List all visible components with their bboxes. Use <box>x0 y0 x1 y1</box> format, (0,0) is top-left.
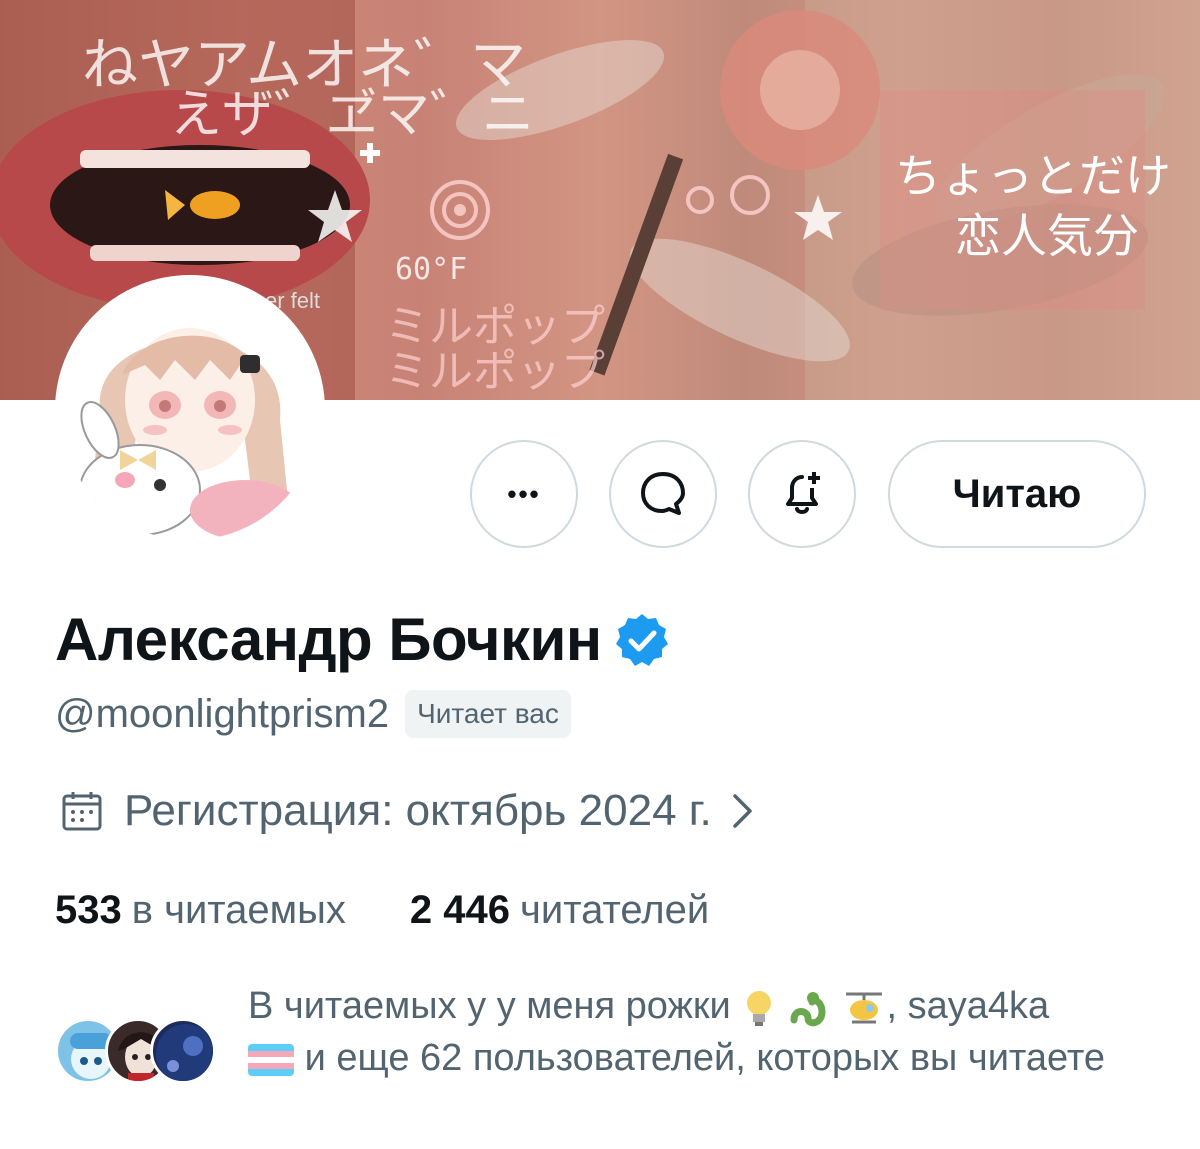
profile-name-row: Александр Бочкин <box>55 605 670 674</box>
mutual-prefix: В читаемых у у меня рожки <box>248 985 731 1027</box>
message-icon <box>641 472 685 515</box>
following-label: в читаемых <box>131 888 346 932</box>
bell-plus-icon <box>786 472 820 514</box>
snake-icon <box>790 991 826 1027</box>
verified-badge-icon[interactable] <box>614 612 670 668</box>
profile-handle: @moonlightprism2 <box>55 691 390 736</box>
profile-name: Александр Бочкин <box>55 606 602 673</box>
calendar-icon <box>62 792 102 831</box>
following-stat[interactable]: 533 в читаемых <box>55 888 346 933</box>
mutual-avatar-3 <box>150 1018 216 1084</box>
message-button[interactable] <box>609 440 717 548</box>
banner-jp-right2: 恋人気分 <box>955 209 1139 263</box>
mutual-followers-text: В читаемых у у меня рожки , saya4ka и ещ… <box>248 980 1128 1084</box>
banner-jp-right1: ちょっとだけ <box>895 149 1171 203</box>
profile-avatar[interactable] <box>55 275 325 545</box>
notifications-button[interactable] <box>748 440 856 548</box>
avatar-image <box>60 280 320 540</box>
following-count: 533 <box>55 888 122 932</box>
trans-flag-icon <box>248 1043 294 1076</box>
followers-label: читателей <box>520 888 710 932</box>
chevron-right-icon <box>732 794 752 828</box>
banner-katakana2: ミルポップ <box>385 346 605 397</box>
more-icon: ••• <box>507 478 541 509</box>
followers-stat[interactable]: 2 446 читателей <box>410 888 709 933</box>
helicopter-icon <box>846 992 883 1024</box>
banner-temp: 60°F <box>395 252 468 287</box>
banner-jp-line2: えザ゛ヹマ゛ニ <box>170 85 535 145</box>
follows-you-badge: Читает вас <box>405 690 571 738</box>
lightbulb-icon <box>747 990 772 1026</box>
mutual-avatars <box>55 1018 216 1088</box>
handle-row: @moonlightprism2 Читает вас <box>55 690 571 738</box>
follow-stats: 533 в читаемых 2 446 читателей <box>55 888 709 933</box>
joined-date-text: Регистрация: октябрь 2024 г. <box>124 786 712 835</box>
joined-date-row[interactable]: Регистрация: октябрь 2024 г. <box>60 786 756 836</box>
followers-count: 2 446 <box>409 888 511 932</box>
more-options-button[interactable]: ••• <box>470 440 578 548</box>
following-button[interactable]: Читаю <box>888 440 1146 548</box>
mutual-after-emoji: , saya4ka <box>886 985 1050 1027</box>
mutual-suffix: и еще 62 пользователей, которых вы читае… <box>304 1037 1106 1079</box>
